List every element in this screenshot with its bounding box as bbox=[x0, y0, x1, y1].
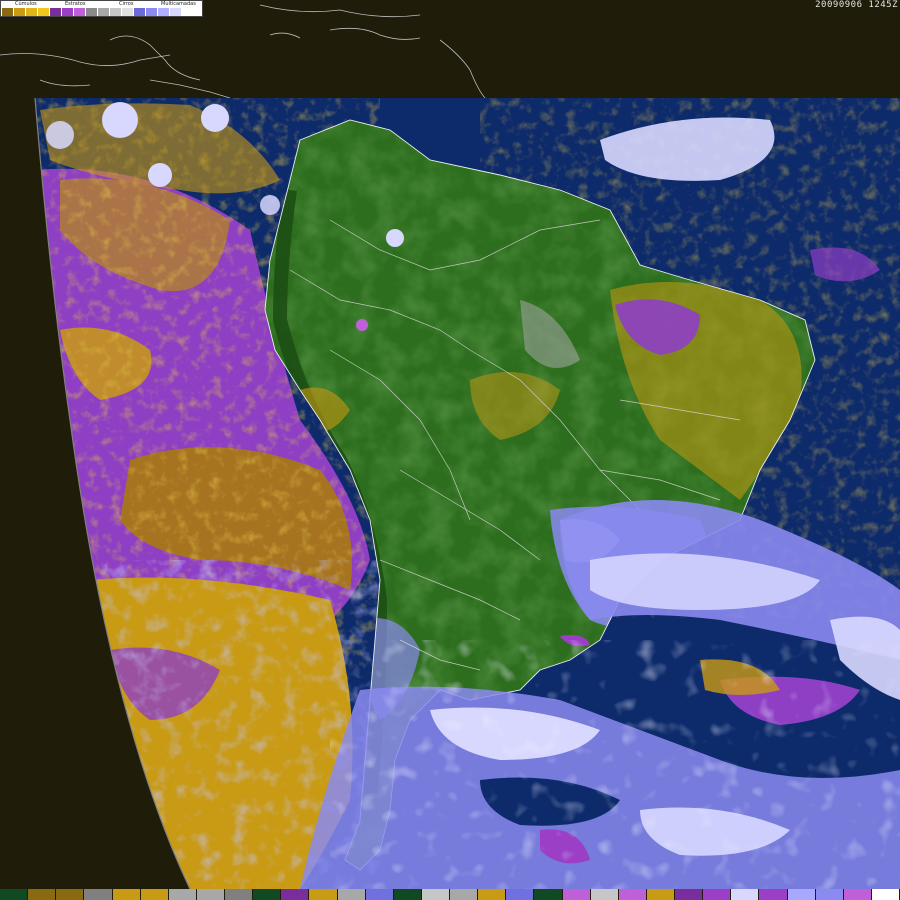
palette-bar-swatch bbox=[871, 889, 900, 900]
palette-bar-swatch bbox=[56, 889, 85, 900]
legend-caption-cumulus: Cúmulos bbox=[15, 1, 37, 7]
palette-bar-swatch bbox=[112, 889, 141, 900]
legend-swatch bbox=[98, 8, 110, 16]
legend-swatch bbox=[158, 8, 170, 16]
palette-bar-swatch bbox=[365, 889, 394, 900]
palette-bar-swatch bbox=[646, 889, 675, 900]
legend-swatch-row bbox=[2, 8, 194, 16]
legend-swatch bbox=[182, 8, 194, 16]
palette-bar-swatch bbox=[309, 889, 338, 900]
palette-bar-swatch bbox=[84, 889, 113, 900]
legend-swatch bbox=[74, 8, 86, 16]
palette-bar-swatch bbox=[506, 889, 535, 900]
cloud-type-legend: Cúmulos Estratos Cirros Multicamadas bbox=[0, 0, 203, 17]
legend-swatch bbox=[146, 8, 158, 16]
legend-swatch bbox=[26, 8, 38, 16]
legend-swatch bbox=[110, 8, 122, 16]
palette-bar-swatch bbox=[703, 889, 732, 900]
legend-swatch bbox=[62, 8, 74, 16]
palette-bar-swatch bbox=[337, 889, 366, 900]
palette-bar-swatch bbox=[759, 889, 788, 900]
legend-caption-multilayer: Multicamadas bbox=[161, 1, 196, 7]
bottom-palette-bar bbox=[0, 889, 900, 900]
palette-bar-swatch bbox=[590, 889, 619, 900]
legend-caption-stratus: Estratos bbox=[65, 1, 86, 7]
palette-bar-swatch bbox=[393, 889, 422, 900]
palette-bar-swatch bbox=[0, 889, 29, 900]
palette-bar-swatch bbox=[281, 889, 310, 900]
legend-swatch bbox=[122, 8, 134, 16]
legend-swatch bbox=[2, 8, 14, 16]
palette-bar-swatch bbox=[450, 889, 479, 900]
palette-bar-swatch bbox=[618, 889, 647, 900]
legend-caption-cirrus: Cirros bbox=[119, 1, 134, 7]
palette-bar-swatch bbox=[534, 889, 563, 900]
legend-swatch bbox=[38, 8, 50, 16]
legend-swatch bbox=[86, 8, 98, 16]
satellite-cloud-map bbox=[0, 0, 900, 900]
legend-swatch bbox=[134, 8, 146, 16]
legend-swatch bbox=[50, 8, 62, 16]
palette-bar-swatch bbox=[421, 889, 450, 900]
legend-swatch bbox=[14, 8, 26, 16]
palette-bar-swatch bbox=[843, 889, 872, 900]
palette-bar-swatch bbox=[253, 889, 282, 900]
palette-bar-swatch bbox=[787, 889, 816, 900]
legend-swatch bbox=[170, 8, 182, 16]
palette-bar-swatch bbox=[815, 889, 844, 900]
palette-bar-swatch bbox=[478, 889, 507, 900]
palette-bar-swatch bbox=[675, 889, 704, 900]
palette-bar-swatch bbox=[196, 889, 225, 900]
palette-bar-swatch bbox=[731, 889, 760, 900]
palette-bar-swatch bbox=[562, 889, 591, 900]
palette-bar-swatch bbox=[140, 889, 169, 900]
palette-bar-swatch bbox=[28, 889, 57, 900]
palette-bar-swatch bbox=[225, 889, 254, 900]
palette-bar-swatch bbox=[168, 889, 197, 900]
image-timestamp: 20090906 1245Z bbox=[815, 0, 898, 10]
